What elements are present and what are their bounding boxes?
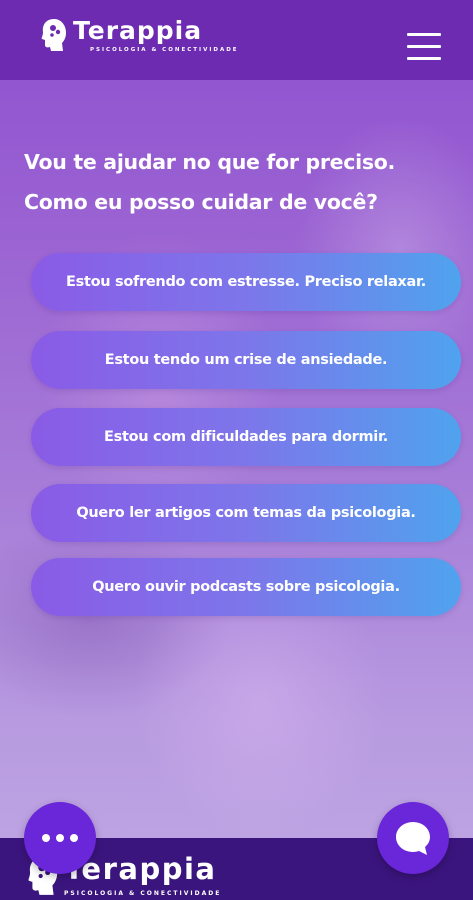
- more-dots-icon-dot-2: [56, 834, 64, 842]
- option-button-podcasts[interactable]: Quero ouvir podcasts sobre psicologia.: [31, 558, 461, 616]
- option-button-sleep[interactable]: Estou com dificuldades para dormir.: [31, 408, 461, 466]
- footer-brand-tagline: PSICOLOGIA & CONECTIVIDADE: [64, 890, 222, 897]
- option-button-stress[interactable]: Estou sofrendo com estresse. Preciso rel…: [31, 253, 461, 311]
- brand-name: Terappia: [73, 16, 203, 45]
- head-profile-icon: [41, 19, 66, 51]
- hero-line-1: Vou te ajudar no que for preciso.: [24, 150, 396, 174]
- more-dots-icon-dot-3: [70, 834, 78, 842]
- hero-line-2: Como eu posso cuidar de você?: [24, 190, 378, 214]
- chat-button[interactable]: [377, 802, 449, 874]
- option-button-anxiety[interactable]: Estou tendo um crise de ansiedade.: [31, 331, 461, 389]
- brand-tagline: PSICOLOGIA & CONECTIVIDADE: [90, 47, 239, 53]
- option-button-articles[interactable]: Quero ler artigos com temas da psicologi…: [31, 484, 461, 542]
- more-dots-icon: [42, 834, 50, 842]
- top-header: Terappia PSICOLOGIA & CONECTIVIDADE: [0, 0, 473, 80]
- hero-heading: Vou te ajudar no que for preciso. Como e…: [24, 142, 464, 222]
- chat-bubble-icon: [396, 822, 430, 855]
- more-options-button[interactable]: [24, 802, 96, 874]
- hamburger-menu-icon[interactable]: [404, 30, 444, 64]
